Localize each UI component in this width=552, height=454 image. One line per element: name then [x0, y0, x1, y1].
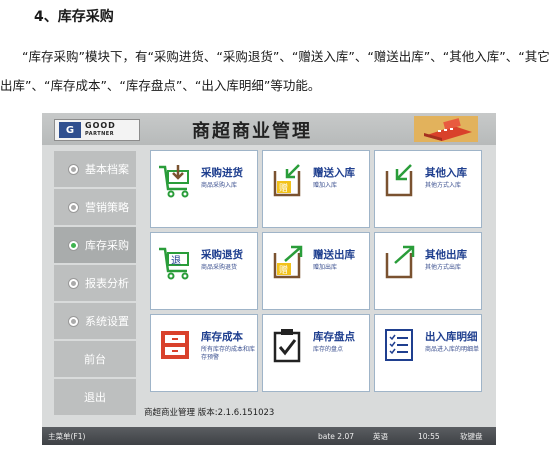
radio-icon [68, 201, 79, 213]
logo-word: GOOD [85, 121, 116, 130]
sidebar-item-exit[interactable]: 退出 [54, 379, 136, 415]
sidebar-item-label: 营销策略 [85, 201, 129, 214]
svg-text:赠: 赠 [279, 264, 288, 276]
tile-title: 赠送出库 [313, 249, 355, 261]
gift-out-icon: 赠 [273, 245, 303, 279]
tile-in-out-detail[interactable]: 出入库明细 商品进入库的明细单 [374, 314, 482, 392]
tile-inventory-cost[interactable]: 库存成本 所有库存的成本和库存预警 [150, 314, 258, 392]
list-detail-icon [385, 329, 413, 361]
sidebar-item-label: 退出 [84, 391, 106, 404]
tile-title: 采购进货 [201, 167, 243, 179]
tile-stocktake[interactable]: 库存盘点 库存的盘点 [262, 314, 370, 392]
tile-other-out[interactable]: 其他出库 其他方式出库 [374, 232, 482, 310]
app-window: G GOOD PARTNER 商超商业管理 基本档案 营销策略 库存采购 报表分… [42, 113, 496, 445]
cabinet-icon [161, 331, 189, 359]
tile-subtitle: 商品进入库的明细单 [425, 346, 480, 353]
sidebar-item-settings[interactable]: 系统设置 [54, 303, 136, 339]
tile-subtitle: 商品采购退货 [201, 264, 238, 271]
tile-other-in[interactable]: 其他入库 其他方式入库 [374, 150, 482, 228]
tile-gift-out[interactable]: 赠 赠送出库 赠加出库 [262, 232, 370, 310]
sidebar: 基本档案 营销策略 库存采购 报表分析 系统设置 前台 退出 [54, 151, 136, 417]
radio-selected-icon [68, 239, 79, 251]
radio-icon [68, 277, 79, 289]
doc-paragraph: “库存采购”模块下，有“采购进货、“采购退货”、“赠送入库”、“赠送出库”、“其… [0, 49, 550, 93]
logo-sub: PARTNER [85, 131, 115, 137]
tile-title: 其他出库 [425, 249, 467, 261]
cash-register-icon [414, 116, 478, 142]
status-bar: 主菜单(F1) bate 2.07 英语 10:55 软键盘 [42, 427, 496, 445]
tile-subtitle: 赠加入库 [313, 182, 338, 189]
doc-heading: 4、库存采购 [34, 9, 114, 25]
radio-icon [68, 163, 79, 175]
tile-title: 其他入库 [425, 167, 467, 179]
tile-gift-in[interactable]: 赠 赠送入库 赠加入库 [262, 150, 370, 228]
tile-title: 采购退货 [201, 249, 243, 261]
box-in-icon [385, 164, 413, 197]
sidebar-item-label: 库存采购 [85, 239, 129, 252]
language-toggle[interactable]: 英语 [373, 431, 388, 442]
logo: G GOOD PARTNER [54, 119, 140, 141]
tile-purchase-return[interactable]: 退 采购退货 商品采购退货 [150, 232, 258, 310]
tile-title: 出入库明细 [425, 331, 478, 343]
version-text: 商超商业管理 版本:2.1.6.151023 [144, 408, 275, 418]
function-grid: 采购进货 商品采购入库 赠 赠送入库 赠加入库 其他入库 其他方式入库 退 采购… [150, 150, 482, 392]
svg-text:赠: 赠 [279, 182, 288, 194]
tile-subtitle: 赠加出库 [313, 264, 338, 271]
clock: 10:55 [418, 431, 440, 441]
main-menu-button[interactable]: 主菜单(F1) [48, 431, 85, 442]
soft-keyboard-button[interactable]: 软键盘 [460, 431, 483, 442]
tile-subtitle: 其他方式出库 [425, 264, 462, 271]
sidebar-item-reports[interactable]: 报表分析 [54, 265, 136, 301]
sidebar-item-label: 报表分析 [85, 277, 129, 290]
sidebar-item-basic-records[interactable]: 基本档案 [54, 151, 136, 187]
tile-purchase-in[interactable]: 采购进货 商品采购入库 [150, 150, 258, 228]
sidebar-item-inventory-purchase[interactable]: 库存采购 [54, 227, 136, 263]
cart-in-icon [159, 165, 189, 198]
radio-icon [68, 315, 79, 327]
tile-title: 库存盘点 [313, 331, 355, 343]
sidebar-item-marketing[interactable]: 营销策略 [54, 189, 136, 225]
app-title: 商超商业管理 [192, 121, 312, 142]
tile-subtitle: 所有库存的成本和库存预警 [201, 346, 256, 361]
app-header: G GOOD PARTNER 商超商业管理 [42, 113, 496, 145]
gift-in-icon: 赠 [273, 164, 301, 197]
clipboard-check-icon [273, 329, 301, 363]
tile-title: 库存成本 [201, 331, 243, 343]
box-out-icon [385, 245, 415, 279]
tile-subtitle: 其他方式入库 [425, 182, 462, 189]
sidebar-item-label: 前台 [84, 353, 106, 366]
svg-text:退: 退 [171, 255, 181, 267]
logo-mark: G [59, 122, 81, 138]
sidebar-item-label: 系统设置 [85, 315, 129, 328]
cart-return-icon: 退 [159, 247, 189, 280]
tile-title: 赠送入库 [313, 167, 355, 179]
sidebar-item-label: 基本档案 [85, 163, 129, 176]
build-label: bate 2.07 [318, 431, 354, 441]
tile-subtitle: 商品采购入库 [201, 182, 238, 189]
sidebar-item-front-desk[interactable]: 前台 [54, 341, 136, 377]
tile-subtitle: 库存的盘点 [313, 346, 344, 353]
